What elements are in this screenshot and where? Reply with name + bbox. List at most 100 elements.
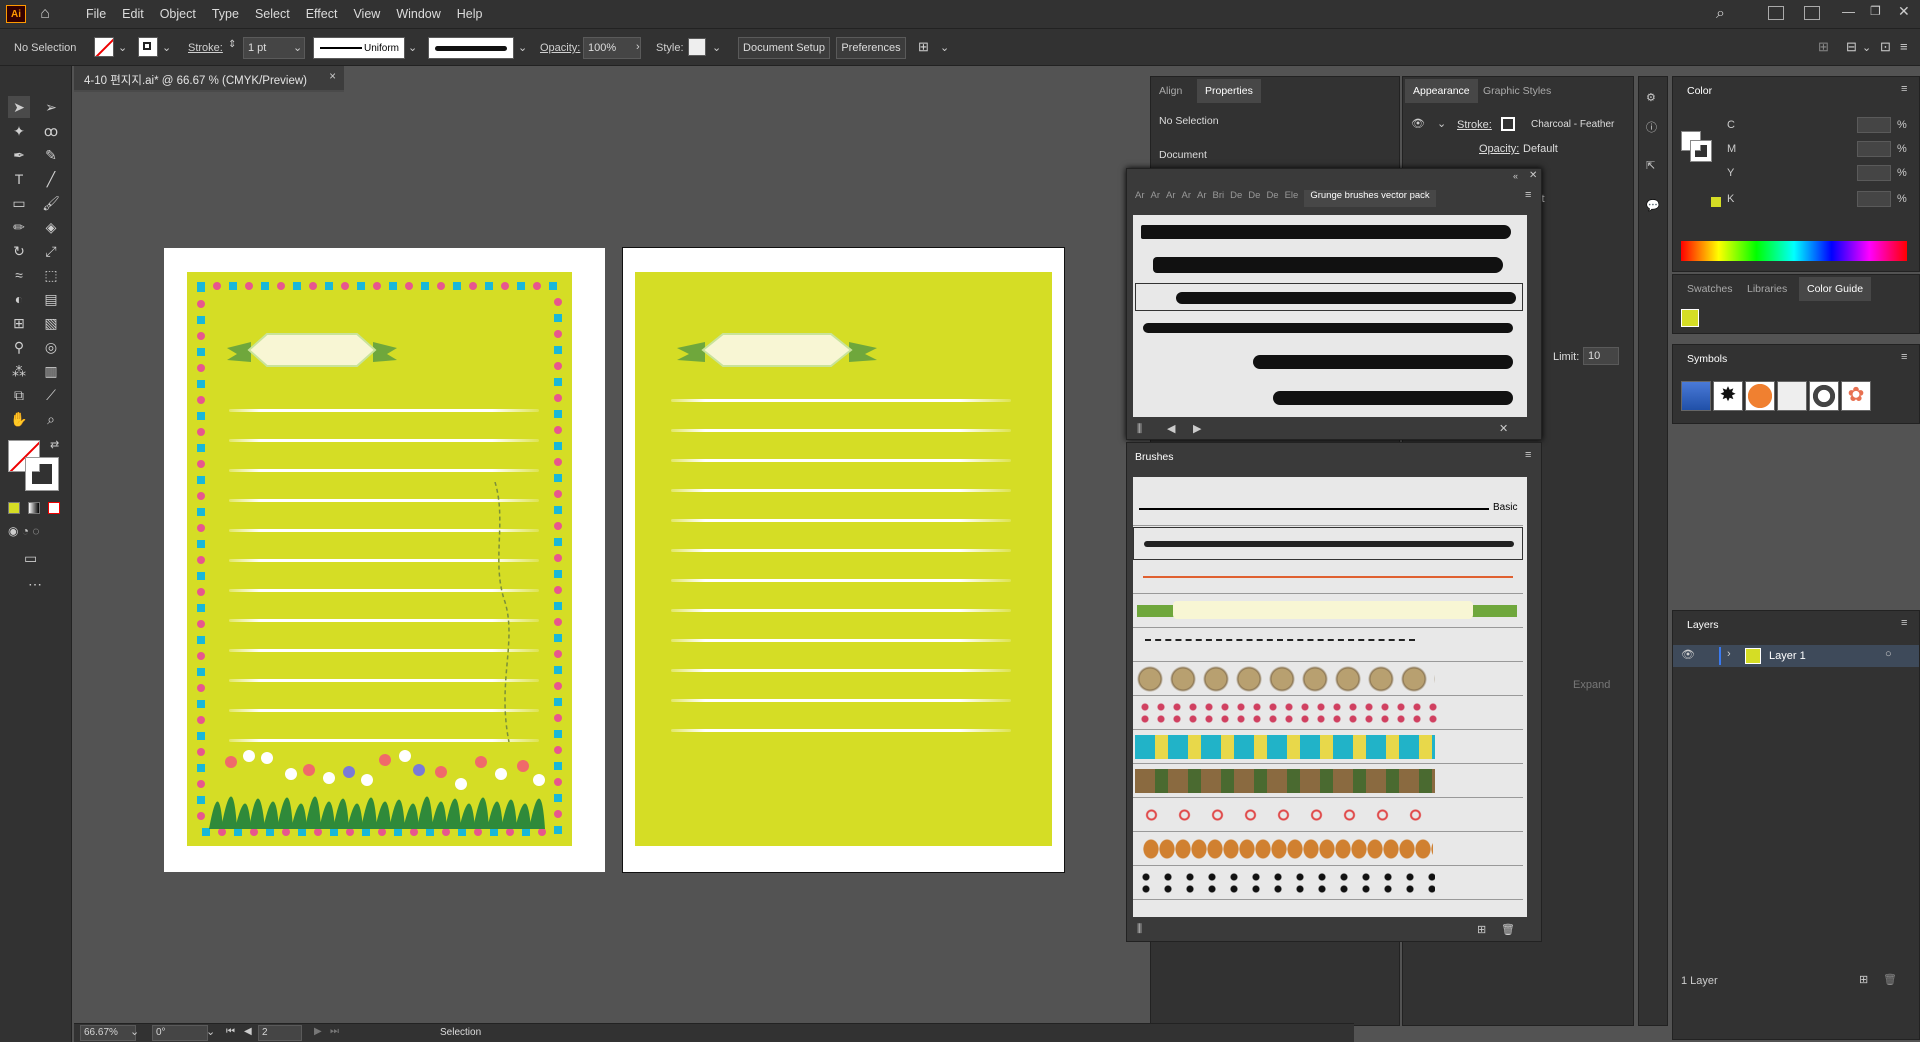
rectangle-tool-icon[interactable]: ▭ <box>8 192 30 214</box>
brush-definition[interactable] <box>428 37 514 59</box>
symbol-item[interactable] <box>1809 381 1839 411</box>
brush-dots[interactable] <box>1133 697 1523 730</box>
menu-edit[interactable]: Edit <box>114 7 152 21</box>
shape-builder-icon[interactable]: ◐ <box>8 288 30 310</box>
panel-menu-icon[interactable]: ≡ <box>1901 617 1907 629</box>
minimize-icon[interactable]: — <box>1842 4 1855 19</box>
screen-mode-icon[interactable]: ▭ <box>24 550 37 567</box>
graphic-style-swatch[interactable] <box>688 38 706 56</box>
library-tab[interactable]: Ar <box>1197 190 1207 207</box>
brush-pattern-brown[interactable] <box>1133 765 1523 798</box>
menu-file[interactable]: File <box>78 7 114 21</box>
tab-properties[interactable]: Properties <box>1197 79 1261 103</box>
chevron-down-icon[interactable]: ⌄ <box>712 41 721 54</box>
more-tools-icon[interactable]: ⋯ <box>28 576 42 593</box>
grid-icon[interactable]: ⊞ <box>1818 39 1829 55</box>
info-icon[interactable]: ⓘ <box>1646 119 1657 135</box>
brush-leaves[interactable] <box>1133 833 1523 866</box>
pencil-tool-icon[interactable]: ✏ <box>8 216 30 238</box>
new-brush-icon[interactable]: ⊞ <box>1477 923 1486 936</box>
opacity-label[interactable]: Opacity: <box>540 42 580 54</box>
artboard-1[interactable] <box>164 248 605 872</box>
align-icon[interactable]: ⊟ <box>1846 39 1857 55</box>
last-artboard-icon[interactable]: ⏭ <box>330 1026 339 1037</box>
library-tab[interactable]: Ar <box>1182 190 1192 207</box>
width-tool-icon[interactable]: ≈ <box>8 264 30 286</box>
chevron-down-icon[interactable]: ⌄ <box>408 41 417 54</box>
menu-window[interactable]: Window <box>388 7 448 21</box>
previous-library-icon[interactable]: ◀ <box>1167 422 1175 435</box>
new-layer-icon[interactable]: ⊞ <box>1859 973 1868 986</box>
gradient-mode-icon[interactable] <box>28 502 40 514</box>
perspective-grid-icon[interactable]: ▤ <box>40 288 62 310</box>
stroke-label[interactable]: Stroke: <box>188 42 223 54</box>
close-tab-icon[interactable]: × <box>329 71 336 83</box>
panel-menu-icon[interactable]: ≡ <box>1525 189 1531 201</box>
next-artboard-icon[interactable]: ▶ <box>314 1026 322 1037</box>
chevron-down-icon[interactable]: ⌄ <box>1437 117 1446 130</box>
brush-flowers[interactable] <box>1133 799 1523 832</box>
brush-arrow-orange[interactable] <box>1133 561 1523 594</box>
close-icon[interactable]: ✕ <box>1898 3 1910 20</box>
eyedropper-icon[interactable]: ⚲ <box>8 336 30 358</box>
stroke-swatch[interactable] <box>1501 117 1515 131</box>
channel-y-field[interactable] <box>1857 165 1891 181</box>
menu-effect[interactable]: Effect <box>298 7 346 21</box>
zoom-tool-icon[interactable]: ⌕ <box>40 408 62 430</box>
symbol-item[interactable] <box>1745 381 1775 411</box>
grunge-brush[interactable] <box>1141 225 1511 239</box>
search-icon[interactable]: ⌕ <box>1716 5 1725 23</box>
arrange-documents-icon[interactable]: ⊞ <box>918 39 929 55</box>
rotation-field[interactable]: 0° <box>152 1025 208 1041</box>
workspace-icon[interactable] <box>1768 6 1784 20</box>
grunge-brush[interactable] <box>1143 323 1513 333</box>
tab-swatches[interactable]: Swatches <box>1687 283 1733 295</box>
chevron-down-icon[interactable]: ⌄ <box>130 1025 139 1038</box>
document-tab[interactable]: 4-10 편지지.ai* @ 66.67 % (CMYK/Preview) × <box>74 66 344 92</box>
transform-icon[interactable]: ⊡ <box>1880 39 1891 55</box>
panel-menu-icon[interactable]: ≡ <box>1525 449 1531 461</box>
gradient-tool-icon[interactable]: ▧ <box>40 312 62 334</box>
stepper-icon[interactable]: ⇕ <box>228 39 236 50</box>
stroke-color-icon[interactable] <box>1690 140 1712 162</box>
eye-icon[interactable]: 👁 <box>1681 648 1695 661</box>
menu-object[interactable]: Object <box>152 7 204 21</box>
fill-swatch[interactable] <box>94 37 114 57</box>
chevron-down-icon[interactable]: ⌄ <box>293 41 302 54</box>
color-mode-icon[interactable] <box>8 502 20 514</box>
column-graph-icon[interactable]: ▥ <box>40 360 62 382</box>
artboard-number-field[interactable]: 2 <box>258 1025 302 1041</box>
chevron-right-icon[interactable]: › <box>1727 648 1731 660</box>
tab-appearance[interactable]: Appearance <box>1405 79 1478 103</box>
close-panel-icon[interactable]: ✕ <box>1529 170 1537 181</box>
limit-field[interactable]: 10 <box>1583 347 1619 365</box>
symbol-sprayer-icon[interactable]: ⁂ <box>8 360 30 382</box>
stroke-swatch[interactable] <box>138 37 158 57</box>
base-color-swatch[interactable] <box>1681 309 1699 327</box>
stroke-row-label[interactable]: Stroke: <box>1457 119 1492 131</box>
layer-row[interactable]: 👁 › Layer 1 ○ <box>1673 645 1919 667</box>
lasso-icon[interactable]: ꝏ <box>40 120 62 142</box>
symbol-item[interactable]: ✸ <box>1713 381 1743 411</box>
rotate-tool-icon[interactable]: ↻ <box>8 240 30 262</box>
brush-ribbon[interactable] <box>1133 595 1523 628</box>
chevron-down-icon[interactable]: ⌄ <box>518 41 527 54</box>
artboard-2[interactable] <box>622 247 1065 873</box>
library-tab-active[interactable]: Grunge brushes vector pack <box>1304 190 1436 207</box>
blend-tool-icon[interactable]: ◎ <box>40 336 62 358</box>
library-tab[interactable]: Ele <box>1285 190 1299 207</box>
brush-list[interactable]: Basic <box>1133 477 1527 917</box>
chevron-down-icon[interactable]: ⌄ <box>206 1025 215 1038</box>
library-tab[interactable]: Ar <box>1166 190 1176 207</box>
menu-view[interactable]: View <box>345 7 388 21</box>
opacity-field[interactable]: 100% <box>583 37 641 59</box>
remove-library-icon[interactable]: ✕ <box>1499 422 1508 435</box>
brush-charcoal-feather[interactable] <box>1133 527 1523 560</box>
swap-icon[interactable]: ⇄ <box>50 438 59 451</box>
gear-icon[interactable]: ⚙ <box>1646 91 1656 104</box>
tab-color-guide[interactable]: Color Guide <box>1799 277 1872 301</box>
last-color-swatch[interactable] <box>1711 197 1721 207</box>
layer-name[interactable]: Layer 1 <box>1769 650 1806 662</box>
tab-libraries[interactable]: Libraries <box>1747 283 1787 295</box>
previous-artboard-icon[interactable]: ◀ <box>244 1026 252 1037</box>
